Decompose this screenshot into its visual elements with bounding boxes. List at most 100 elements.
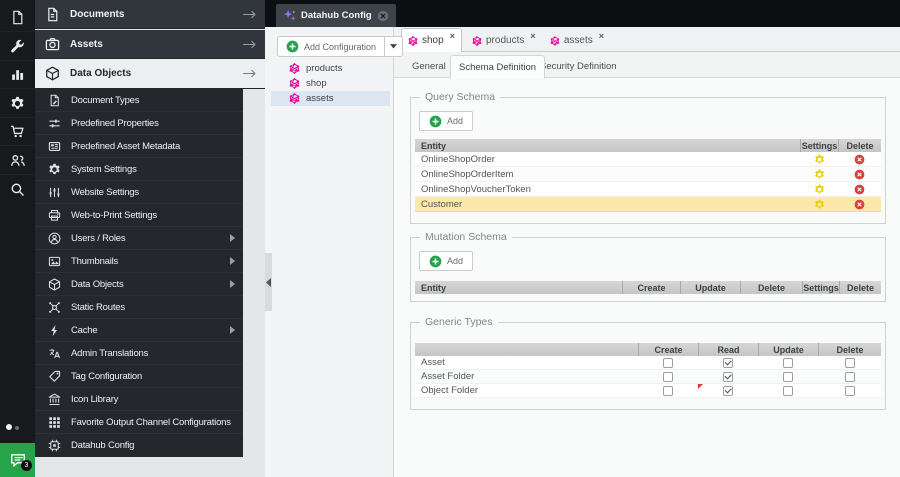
- menu-item-document-types[interactable]: Document Types: [35, 89, 243, 112]
- column-header-delete[interactable]: Delete: [818, 343, 881, 356]
- tab-close-icon[interactable]: ×: [450, 31, 455, 41]
- settings-gear-icon[interactable]: [814, 184, 825, 195]
- cube-icon: [45, 66, 60, 81]
- toolbar-document-button[interactable]: [0, 4, 35, 32]
- column-header-update[interactable]: Update: [680, 281, 740, 294]
- delete-icon[interactable]: [854, 184, 865, 195]
- entity-cell: OnlineShopOrder: [421, 153, 495, 165]
- menu-item-users-roles[interactable]: Users / Roles: [35, 227, 243, 250]
- query-schema-fieldset: Query Schema Add Entity Settings Delete …: [410, 91, 886, 224]
- update-checkbox[interactable]: [783, 371, 793, 382]
- column-header-create[interactable]: Create: [638, 343, 698, 356]
- menu-item-label: System Settings: [71, 163, 137, 175]
- menu-item-label: Thumbnails: [71, 255, 119, 267]
- create-checkbox[interactable]: [663, 357, 673, 368]
- menu-item-favorite-output-channel-configurations[interactable]: Favorite Output Channel Configurations: [35, 411, 243, 434]
- menu-item-website-settings[interactable]: Website Settings: [35, 181, 243, 204]
- tree-item-products[interactable]: products: [271, 61, 390, 76]
- settings-gear-icon[interactable]: [814, 169, 825, 180]
- column-header-settings[interactable]: Settings: [802, 281, 839, 294]
- menu-item-cache[interactable]: Cache: [35, 319, 243, 342]
- column-header-update[interactable]: Update: [758, 343, 818, 356]
- menu-item-admin-translations[interactable]: Admin Translations: [35, 342, 243, 365]
- settings-gear-icon[interactable]: [814, 199, 825, 210]
- delete-checkbox[interactable]: [844, 385, 855, 396]
- column-header-read[interactable]: Read: [698, 343, 758, 356]
- query-schema-add-button[interactable]: Add: [419, 111, 474, 131]
- column-header-entity[interactable]: Entity: [415, 281, 622, 294]
- table-row[interactable]: OnlineShopOrderItem: [415, 167, 881, 182]
- add-configuration-main[interactable]: Add Configuration: [277, 36, 386, 57]
- panel-splitter[interactable]: [265, 253, 272, 311]
- column-header-delete[interactable]: Delete: [838, 139, 881, 152]
- menu-item-label: Cache: [71, 324, 98, 336]
- create-checkbox[interactable]: [663, 385, 673, 396]
- column-header-entity[interactable]: Entity: [415, 139, 800, 152]
- menu-item-web-to-print-settings[interactable]: Web-to-Print Settings: [35, 204, 243, 227]
- menu-item-static-routes[interactable]: Static Routes: [35, 296, 243, 319]
- menu-item-datahub-config[interactable]: Datahub Config: [35, 434, 243, 457]
- toolbar-search-button[interactable]: [0, 175, 35, 203]
- toolbar-users-button[interactable]: [0, 147, 35, 175]
- toolbar-tools-button[interactable]: [0, 33, 35, 61]
- column-header-delete[interactable]: Delete: [740, 281, 802, 294]
- table-row[interactable]: OnlineShopOrder: [415, 152, 881, 167]
- accordion-section-label: Assets: [70, 38, 103, 50]
- menu-item-thumbnails[interactable]: Thumbnails: [35, 250, 243, 273]
- mutation-schema-add-button[interactable]: Add: [419, 251, 474, 271]
- window-tab-datahub-config[interactable]: Datahub Config: [276, 4, 396, 27]
- update-checkbox[interactable]: [783, 357, 793, 368]
- tree-item-shop[interactable]: shop: [271, 76, 390, 91]
- read-checkbox[interactable]: [723, 385, 733, 396]
- menu-item-data-objects[interactable]: Data Objects: [35, 273, 243, 296]
- tab-close-icon[interactable]: ×: [530, 31, 535, 41]
- bank-icon: [48, 393, 61, 406]
- menu-item-predefined-properties[interactable]: Predefined Properties: [35, 112, 243, 135]
- accordion-section-assets[interactable]: Assets: [35, 30, 265, 59]
- tab-shop[interactable]: shop ×: [401, 28, 462, 52]
- type-name-cell: Asset Folder: [421, 371, 475, 382]
- delete-icon[interactable]: [854, 169, 865, 180]
- column-header-settings[interactable]: Settings: [800, 139, 838, 152]
- graphql-icon: [550, 36, 560, 46]
- read-cell-modified: [698, 384, 758, 397]
- menu-item-system-settings[interactable]: System Settings: [35, 158, 243, 181]
- tree-item-assets[interactable]: assets: [271, 91, 390, 106]
- subtab-security-definition[interactable]: Security Definition: [532, 56, 625, 77]
- toolbar-ecommerce-button[interactable]: [0, 118, 35, 146]
- tab-products[interactable]: products ×: [466, 30, 542, 51]
- toolbar-reports-button[interactable]: [0, 61, 35, 89]
- tab-close-icon[interactable]: ×: [599, 31, 604, 41]
- translate-icon: [48, 347, 61, 360]
- graphql-icon: [408, 36, 418, 46]
- read-checkbox[interactable]: [723, 371, 733, 382]
- mutation-schema-fieldset: Mutation Schema Add Entity Create Update…: [410, 231, 886, 302]
- close-circle-icon[interactable]: [377, 10, 389, 22]
- add-configuration-button[interactable]: Add Configuration: [277, 36, 404, 57]
- accordion-section-documents[interactable]: Documents: [35, 0, 265, 29]
- delete-icon[interactable]: [854, 154, 865, 165]
- delete-checkbox[interactable]: [844, 357, 855, 368]
- menu-item-icon-library[interactable]: Icon Library: [35, 388, 243, 411]
- delete-checkbox[interactable]: [844, 371, 855, 382]
- subtab-general[interactable]: General: [404, 56, 454, 77]
- read-checkbox[interactable]: [723, 357, 733, 368]
- delete-icon[interactable]: [854, 199, 865, 210]
- settings-gear-icon[interactable]: [814, 154, 825, 165]
- menu-item-predefined-asset-metadata[interactable]: Predefined Asset Metadata: [35, 135, 243, 158]
- tab-assets[interactable]: assets ×: [544, 30, 610, 51]
- type-name-cell: Asset: [421, 357, 445, 368]
- notifications-button[interactable]: 3: [0, 443, 35, 477]
- create-checkbox[interactable]: [663, 371, 673, 382]
- add-configuration-dropdown[interactable]: [385, 36, 404, 57]
- table-row[interactable]: OnlineShopVoucherToken: [415, 182, 881, 197]
- menu-item-tag-configuration[interactable]: Tag Configuration: [35, 365, 243, 388]
- collapse-left-icon[interactable]: [266, 278, 271, 287]
- accordion-section-data-objects[interactable]: Data Objects: [35, 59, 265, 89]
- subtab-schema-definition[interactable]: Schema Definition: [450, 55, 546, 79]
- toolbar-settings-button[interactable]: [0, 90, 35, 118]
- table-row[interactable]: Customer: [415, 197, 881, 212]
- update-checkbox[interactable]: [783, 385, 793, 396]
- column-header-delete2[interactable]: Delete: [839, 281, 881, 294]
- column-header-create[interactable]: Create: [622, 281, 680, 294]
